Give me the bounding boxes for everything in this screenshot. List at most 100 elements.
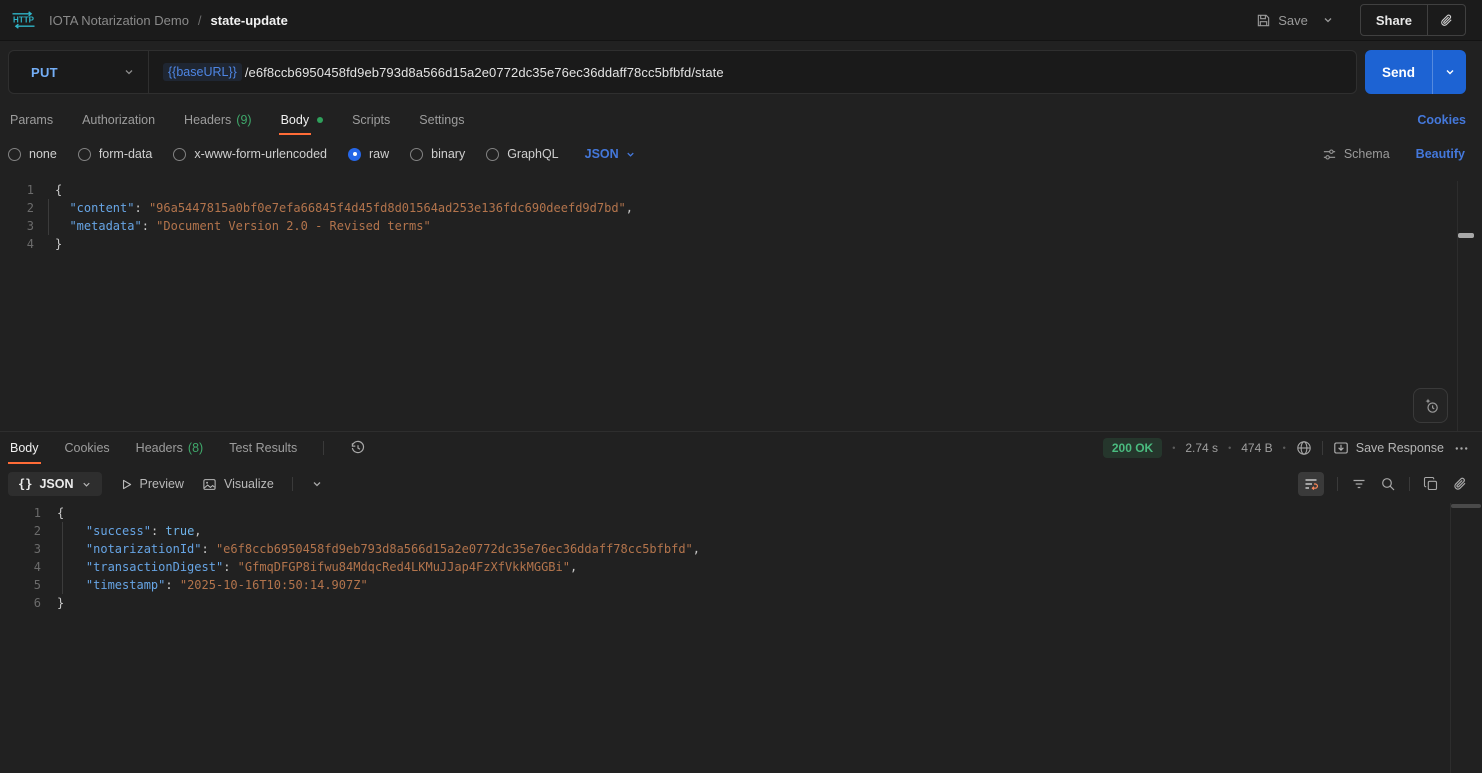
- tab-scripts[interactable]: Scripts: [352, 104, 390, 135]
- response-time[interactable]: 2.74 s: [1185, 441, 1218, 455]
- status-badge[interactable]: 200 OK: [1102, 438, 1163, 458]
- meta-dot: •: [1282, 443, 1286, 453]
- radio-binary[interactable]: [410, 147, 424, 161]
- body-modified-dot: [317, 116, 324, 123]
- toolbar-right-divider2: [1409, 477, 1410, 491]
- request-editor-scrollbar-track: [1457, 181, 1458, 431]
- play-icon: [120, 478, 133, 491]
- code-line: 2 "content": "96a5447815a0bf0e7efa66845f…: [26, 201, 633, 215]
- response-tab-body[interactable]: Body: [8, 432, 40, 464]
- request-url-row: PUT {{baseURL}} /e6f8ccb6950458fd9eb793d…: [0, 49, 1482, 95]
- save-options-chevron-icon[interactable]: [1322, 14, 1334, 26]
- body-mode-row: none form-data x-www-form-urlencoded raw…: [0, 139, 1482, 169]
- response-body-viewer: 1{ 2 "success": true, 3 "notarizationId": …: [0, 504, 1442, 612]
- code-line: 2 "success": true,: [33, 524, 202, 538]
- radio-form-data[interactable]: [77, 147, 91, 161]
- body-language-selector[interactable]: JSON: [585, 147, 636, 161]
- braces-icon: {}: [18, 477, 33, 491]
- response-scrollbar-track: [1450, 503, 1451, 773]
- mode-binary[interactable]: binary: [410, 147, 465, 161]
- save-button[interactable]: Save: [1256, 13, 1308, 28]
- response-meta-divider: [1321, 441, 1323, 455]
- link-icon[interactable]: [1452, 476, 1468, 492]
- response-tabs-divider: [323, 441, 325, 455]
- request-body-editor[interactable]: 1{ 2 "content": "96a5447815a0bf0e7efa6684…: [0, 181, 1442, 253]
- visualize-button[interactable]: Visualize: [202, 477, 274, 492]
- tab-headers[interactable]: Headers (9): [184, 104, 252, 135]
- mode-none[interactable]: none: [8, 147, 57, 161]
- response-toolbar-right: [1298, 472, 1468, 496]
- copy-icon[interactable]: [1423, 476, 1439, 492]
- toolbar-divider: [291, 477, 293, 491]
- send-options-button[interactable]: [1432, 50, 1466, 94]
- method-selector[interactable]: PUT: [9, 65, 148, 80]
- breadcrumb-collection[interactable]: IOTA Notarization Demo: [49, 13, 189, 28]
- copy-link-icon[interactable]: [1428, 13, 1465, 28]
- response-tab-test-results[interactable]: Test Results: [229, 432, 297, 464]
- send-button[interactable]: Send: [1365, 50, 1432, 94]
- code-line: 1{: [33, 506, 65, 520]
- radio-none[interactable]: [8, 147, 21, 161]
- mode-x-www-form-urlencoded[interactable]: x-www-form-urlencoded: [173, 147, 327, 161]
- cookies-link[interactable]: Cookies: [1417, 113, 1466, 127]
- mode-raw[interactable]: raw: [348, 147, 389, 161]
- share-button[interactable]: Share: [1361, 13, 1427, 28]
- app-window: HTTP IOTA Notarization Demo / state-upda…: [0, 0, 1482, 773]
- request-tabs: Params Authorization Headers (9) Body Scr…: [0, 104, 1482, 135]
- wrap-text-button[interactable]: [1298, 472, 1324, 496]
- code-line: 1{: [26, 183, 63, 197]
- schema-button[interactable]: Schema: [1322, 147, 1390, 162]
- baseurl-variable-chip[interactable]: {{baseURL}}: [163, 63, 242, 81]
- schema-sliders-icon: [1322, 147, 1337, 162]
- request-editor-scrollbar-thumb[interactable]: [1458, 233, 1474, 238]
- postbot-button[interactable]: [1413, 388, 1448, 423]
- code-line: 5 "timestamp": "2025-10-16T10:50:14.907Z…: [33, 578, 368, 592]
- tab-params[interactable]: Params: [10, 104, 53, 135]
- tab-settings[interactable]: Settings: [419, 104, 464, 135]
- tab-body[interactable]: Body: [278, 104, 324, 135]
- method-label: PUT: [31, 64, 58, 80]
- radio-graphql[interactable]: [486, 147, 500, 161]
- mode-graphql[interactable]: GraphQL: [486, 147, 559, 161]
- response-scrollbar-thumb[interactable]: [1451, 504, 1481, 508]
- indent-guide: [48, 199, 49, 235]
- code-line: 3 "metadata": "Document Version 2.0 - Re…: [26, 219, 431, 233]
- response-indent-guide: [62, 522, 63, 594]
- topbar-actions: Save Share: [1256, 4, 1466, 36]
- url-box: PUT {{baseURL}} /e6f8ccb6950458fd9eb793d…: [8, 50, 1357, 94]
- filter-icon[interactable]: [1351, 476, 1367, 492]
- save-response-icon: [1333, 440, 1349, 456]
- top-bar: HTTP IOTA Notarization Demo / state-upda…: [0, 0, 1482, 41]
- method-chevron-icon: [123, 66, 135, 78]
- beautify-button[interactable]: Beautify: [1416, 147, 1465, 161]
- response-format-dropdown[interactable]: {} JSON: [8, 472, 102, 496]
- network-globe-icon[interactable]: [1296, 440, 1312, 456]
- response-tab-cookies[interactable]: Cookies: [65, 432, 110, 464]
- breadcrumb-request-name[interactable]: state-update: [211, 13, 288, 28]
- tab-authorization[interactable]: Authorization: [82, 104, 155, 135]
- meta-dot: •: [1228, 443, 1232, 453]
- radio-x-www-form-urlencoded[interactable]: [173, 147, 187, 161]
- response-history-icon[interactable]: [350, 440, 366, 456]
- response-tab-headers[interactable]: Headers (8): [136, 432, 204, 464]
- url-input[interactable]: {{baseURL}} /e6f8ccb6950458fd9eb793d8a56…: [149, 63, 1356, 81]
- code-line: 3 "notarizationId": "e6f8ccb6950458fd9eb…: [33, 542, 701, 556]
- save-response-button[interactable]: Save Response: [1333, 440, 1444, 456]
- send-button-group: Send: [1365, 50, 1466, 94]
- code-line: 6}: [33, 596, 65, 610]
- response-meta: 200 OK • 2.74 s • 474 B • Save Response: [1102, 438, 1469, 458]
- url-path: /e6f8ccb6950458fd9eb793d8a566d15a2e0772d…: [244, 64, 724, 80]
- response-headers-count-badge: (8): [187, 441, 204, 455]
- body-mode-right-actions: Schema Beautify: [1322, 147, 1465, 162]
- save-label: Save: [1278, 12, 1308, 28]
- preview-button[interactable]: Preview: [120, 477, 184, 491]
- radio-raw-selected[interactable]: [348, 147, 361, 161]
- response-size[interactable]: 474 B: [1241, 441, 1272, 455]
- mode-form-data[interactable]: form-data: [77, 147, 152, 161]
- breadcrumb-separator: /: [197, 12, 202, 28]
- search-icon[interactable]: [1380, 476, 1396, 492]
- meta-dot: •: [1172, 443, 1176, 453]
- more-options-icon[interactable]: [1454, 441, 1469, 456]
- toolbar-chevron-icon[interactable]: [311, 478, 323, 490]
- code-line: 4}: [26, 237, 63, 251]
